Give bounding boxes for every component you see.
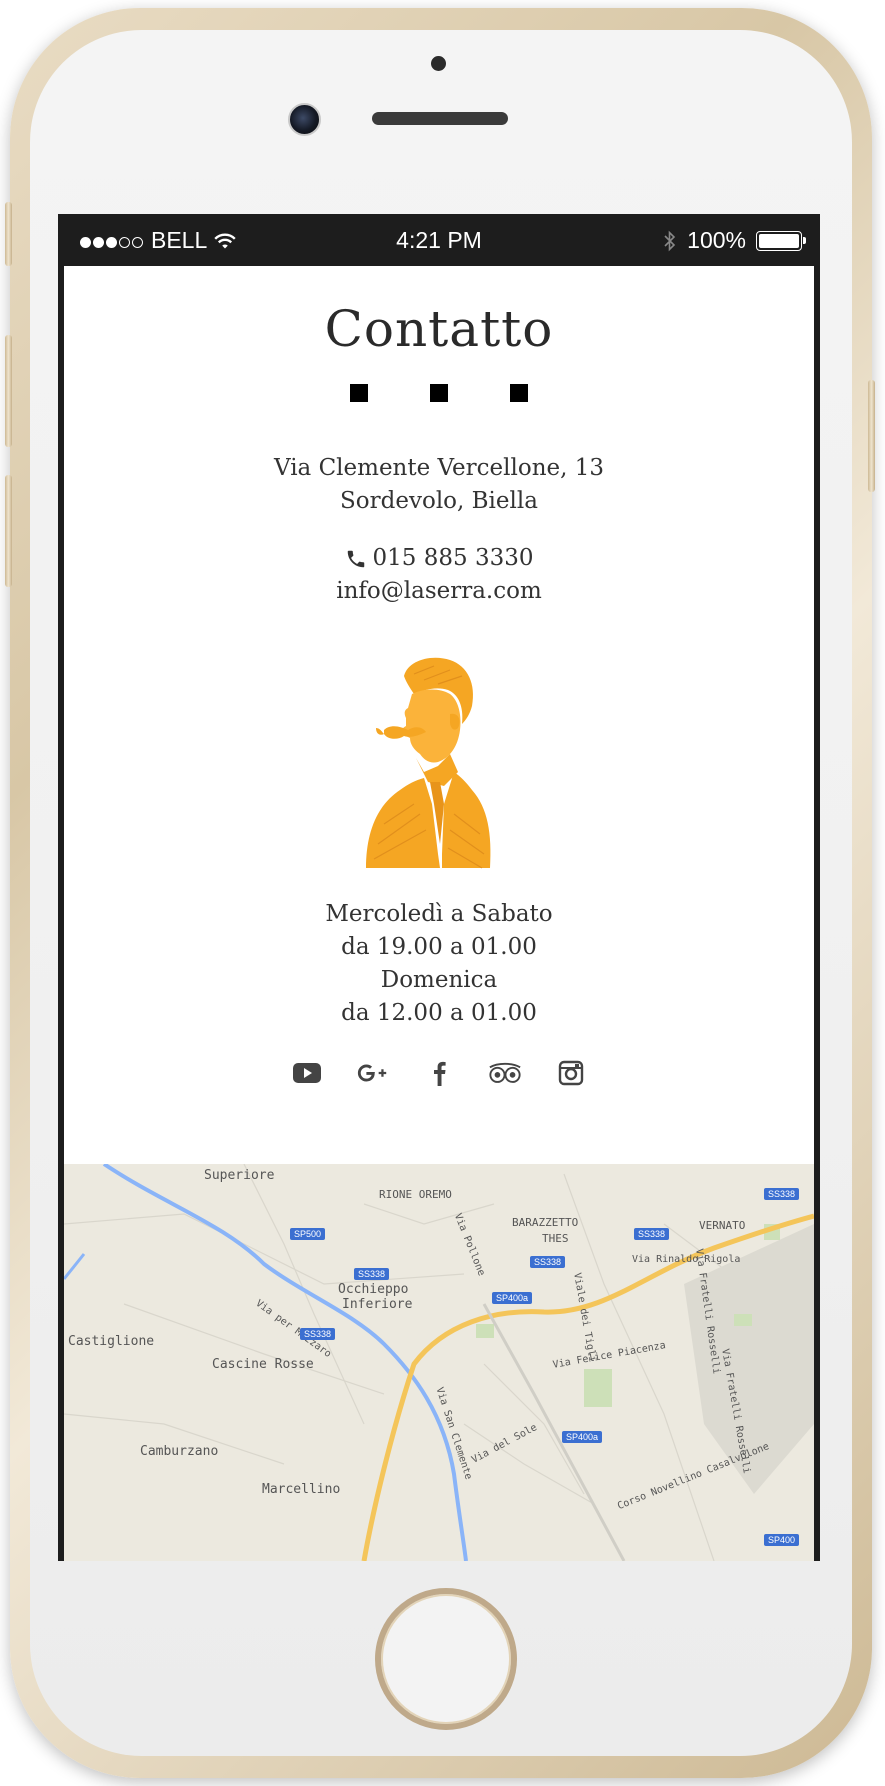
instagram-icon[interactable] <box>554 1058 588 1088</box>
facebook-icon[interactable] <box>422 1058 456 1088</box>
phone-screen: BELL 4:21 PM 100% Contatto Via Clemente … <box>58 214 820 1561</box>
address-city: Sordevolo, Biella <box>340 488 538 514</box>
email-link[interactable]: info@laserra.com <box>64 575 814 608</box>
front-camera <box>288 103 321 136</box>
earpiece-speaker <box>372 112 508 125</box>
battery-percentage: 100% <box>687 227 746 253</box>
road-tag: SS338 <box>300 1328 336 1340</box>
phone-icon <box>347 550 364 567</box>
volume-up-button <box>5 335 12 447</box>
hours-sunday-time: da 12.00 a 01.00 <box>341 1000 537 1026</box>
road-tag: SS338 <box>354 1268 390 1280</box>
contact-block: 015 885 3330 info@laserra.com <box>64 542 814 608</box>
address-street: Via Clemente Vercellone, 13 <box>273 455 605 481</box>
map-label: RIONE OREMO <box>379 1188 452 1201</box>
map-label: THES <box>542 1232 569 1245</box>
map-label: Cascine Rosse <box>212 1357 314 1372</box>
google-plus-icon[interactable] <box>356 1058 390 1088</box>
map-label: Via Rinaldo Rigola <box>632 1254 741 1265</box>
hours-weekdays-time: da 19.00 a 01.00 <box>341 934 537 960</box>
bluetooth-icon <box>664 230 676 251</box>
map-label: Camburzano <box>140 1444 219 1459</box>
status-right: 100% <box>663 227 806 254</box>
road-tag: SP400a <box>492 1292 533 1304</box>
phone-link[interactable]: 015 885 3330 <box>64 542 814 575</box>
status-bar: BELL 4:21 PM 100% <box>58 214 820 266</box>
map-label: VERNATO <box>699 1219 746 1232</box>
road-tag: SP400 <box>764 1534 800 1546</box>
map-label: BARAZZETTO <box>512 1216 579 1229</box>
map-label: Occhieppo <box>338 1282 409 1297</box>
tripadvisor-icon[interactable] <box>488 1058 522 1088</box>
map-label: Superiore <box>204 1168 275 1183</box>
social-links <box>64 1058 814 1088</box>
road-tag: SS338 <box>764 1188 800 1200</box>
power-button <box>868 380 875 492</box>
map-label: Castiglione <box>68 1334 155 1349</box>
mute-switch <box>5 202 12 266</box>
road-tag: SS338 <box>530 1256 566 1268</box>
youtube-icon[interactable] <box>290 1058 324 1088</box>
volume-down-button <box>5 475 12 587</box>
hours-sunday-label: Domenica <box>380 967 498 993</box>
contact-page: Contatto Via Clemente Vercellone, 13 Sor… <box>64 266 814 1561</box>
road-tag: SS338 <box>634 1228 670 1240</box>
phone-number: 015 885 3330 <box>372 545 534 571</box>
hours-weekdays-label: Mercoledì a Sabato <box>325 901 553 927</box>
map-label: Marcellino <box>262 1482 341 1497</box>
address-block: Via Clemente Vercellone, 13 Sordevolo, B… <box>64 452 814 518</box>
decorative-divider <box>64 384 814 402</box>
mustache-man-logo <box>366 657 491 869</box>
page-title: Contatto <box>324 300 554 358</box>
battery-icon <box>756 230 806 251</box>
proximity-sensor <box>431 56 446 71</box>
road-tag: SP500 <box>290 1228 326 1240</box>
road-tag: SP400a <box>562 1431 603 1443</box>
opening-hours: Mercoledì a Sabato da 19.00 a 01.00 Dome… <box>64 898 814 1030</box>
home-button[interactable] <box>375 1588 517 1730</box>
map-label: Inferiore <box>342 1297 413 1312</box>
location-map[interactable]: Superiore RIONE OREMO BARAZZETTO THES VE… <box>64 1164 814 1561</box>
